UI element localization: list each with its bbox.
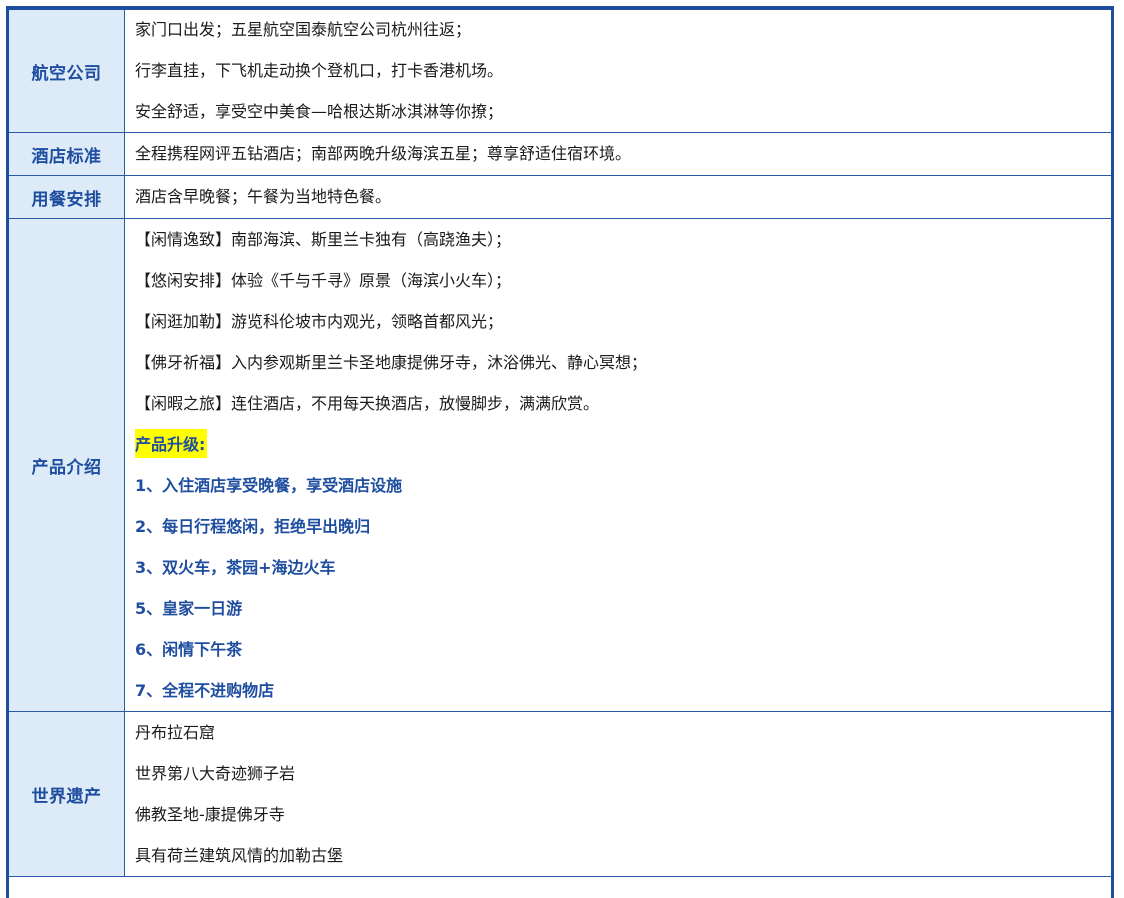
row-content-world-heritage: 丹布拉石窟 世界第八大奇迹狮子岩 佛教圣地-康提佛牙寺 具有荷兰建筑风情的加勒古…	[124, 711, 1111, 877]
upgrade-title-line: 产品升级:	[135, 424, 1111, 465]
content-line: 具有荷兰建筑风情的加勒古堡	[135, 846, 344, 865]
content-line: 安全舒适，享受空中美食—哈根达斯冰淇淋等你撩；	[135, 102, 504, 121]
row-label-meals: 用餐安排	[9, 175, 125, 219]
content-line: 丹布拉石窟	[135, 723, 216, 742]
upgrade-item: 3、双火车，茶园+海边火车	[135, 558, 336, 577]
row-label-product-intro: 产品介绍	[9, 218, 125, 712]
table-row-product-intro: 产品介绍 【闲情逸致】南部海滨、斯里兰卡独有（高跷渔夫）； 【悠闲安排】体验《千…	[9, 218, 1111, 712]
upgrade-item: 7、全程不进购物店	[135, 681, 275, 700]
content-line: 世界第八大奇迹狮子岩	[135, 764, 296, 783]
info-table-frame: 航空公司 家门口出发；五星航空国泰航空公司杭州往返； 行李直挂，下飞机走动换个登…	[6, 6, 1114, 898]
row-label-world-heritage: 世界遗产	[9, 711, 125, 877]
row-content-airline: 家门口出发；五星航空国泰航空公司杭州往返； 行李直挂，下飞机走动换个登机口，打卡…	[124, 10, 1111, 133]
upgrade-item: 5、皇家一日游	[135, 599, 243, 618]
upgrade-item: 2、每日行程悠闲，拒绝早出晚归	[135, 517, 371, 536]
row-label-hotel: 酒店标准	[9, 132, 125, 176]
row-content-meals: 酒店含早晚餐；午餐为当地特色餐。	[124, 175, 1111, 219]
content-line: 全程携程网评五钻酒店；南部两晚升级海滨五星；尊享舒适住宿环境。	[135, 144, 632, 163]
content-line: 行李直挂，下飞机走动换个登机口，打卡香港机场。	[135, 61, 504, 80]
itinerary-info-table: 航空公司 家门口出发；五星航空国泰航空公司杭州往返； 行李直挂，下飞机走动换个登…	[9, 10, 1111, 877]
content-line: 【佛牙祈福】入内参观斯里兰卡圣地康提佛牙寺，沐浴佛光、静心冥想；	[135, 353, 648, 372]
row-content-product-intro: 【闲情逸致】南部海滨、斯里兰卡独有（高跷渔夫）； 【悠闲安排】体验《千与千寻》原…	[124, 218, 1111, 712]
table-row-airline: 航空公司 家门口出发；五星航空国泰航空公司杭州往返； 行李直挂，下飞机走动换个登…	[9, 10, 1111, 133]
table-row-world-heritage: 世界遗产 丹布拉石窟 世界第八大奇迹狮子岩 佛教圣地-康提佛牙寺 具有荷兰建筑风…	[9, 711, 1111, 877]
upgrade-item: 1、入住酒店享受晚餐，享受酒店设施	[135, 476, 403, 495]
content-line: 【闲逛加勒】游览科伦坡市内观光，领略首都风光；	[135, 312, 504, 331]
upgrade-title-highlight: 产品升级:	[135, 429, 208, 458]
content-line: 【悠闲安排】体验《千与千寻》原景（海滨小火车）；	[135, 271, 512, 290]
upgrade-item: 6、闲情下午茶	[135, 640, 243, 659]
row-content-hotel: 全程携程网评五钻酒店；南部两晚升级海滨五星；尊享舒适住宿环境。	[124, 132, 1111, 176]
table-row-hotel: 酒店标准 全程携程网评五钻酒店；南部两晚升级海滨五星；尊享舒适住宿环境。	[9, 132, 1111, 176]
row-label-airline: 航空公司	[9, 10, 125, 133]
content-line: 【闲暇之旅】连住酒店，不用每天换酒店，放慢脚步，满满欣赏。	[135, 394, 600, 413]
content-line: 酒店含早晚餐；午餐为当地特色餐。	[135, 187, 392, 206]
content-line: 家门口出发；五星航空国泰航空公司杭州往返；	[135, 20, 472, 39]
table-row-meals: 用餐安排 酒店含早晚餐；午餐为当地特色餐。	[9, 175, 1111, 219]
content-line: 佛教圣地-康提佛牙寺	[135, 805, 285, 824]
content-line: 【闲情逸致】南部海滨、斯里兰卡独有（高跷渔夫）；	[135, 230, 512, 249]
